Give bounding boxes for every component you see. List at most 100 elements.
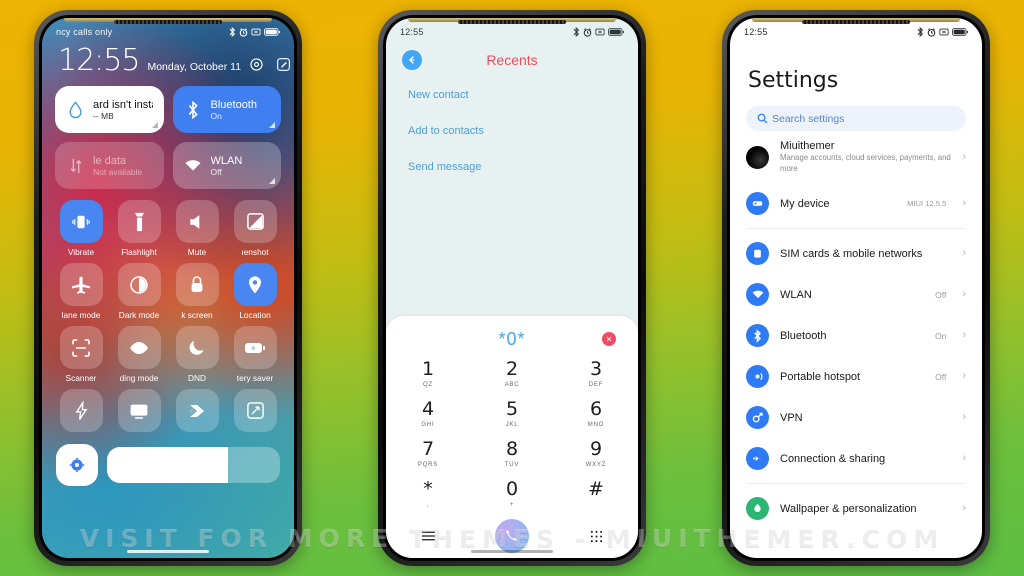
back-arrow-icon[interactable] xyxy=(402,50,422,70)
dialpad-key-hash[interactable]: # xyxy=(554,474,638,514)
menu-item-add-to-contacts[interactable]: Add to contacts xyxy=(408,125,616,137)
alarm-icon xyxy=(583,27,592,37)
dialpad-key-0[interactable]: 0 + xyxy=(470,474,554,514)
search-settings-field[interactable]: Search settings xyxy=(746,106,966,131)
quick-tile-auto-rotate[interactable] xyxy=(228,389,282,432)
quick-tile-scanner[interactable]: Scanner xyxy=(54,326,108,383)
tile-expand-corner[interactable] xyxy=(269,178,275,184)
home-indicator[interactable] xyxy=(471,550,553,553)
call-button[interactable] xyxy=(495,519,529,553)
delete-icon[interactable]: ✕ xyxy=(602,332,616,346)
quick-tile-vibrate[interactable]: Vibrate xyxy=(54,200,108,257)
list-divider xyxy=(746,483,966,485)
device-icon xyxy=(746,192,769,216)
phone1-bezel: ncy calls only 12:55 Monday, October 11 xyxy=(39,15,297,561)
settings-row-wallpaper[interactable]: Wallpaper & personalization › xyxy=(730,488,982,529)
tile-storage[interactable]: ard isn't install -- MB xyxy=(55,86,164,133)
dialer-spacer xyxy=(386,197,638,316)
status-icons xyxy=(573,27,624,37)
settings-row-my-device[interactable]: My device MIUI 12.5.5 › xyxy=(730,183,982,224)
water-drop-icon xyxy=(66,100,85,119)
quick-tile-screenshot[interactable]: ıenshot xyxy=(228,200,282,257)
tile-bluetooth[interactable]: Bluetooth On xyxy=(172,86,281,133)
tile-expand-corner[interactable] xyxy=(269,122,275,128)
key-letters: TUV xyxy=(504,461,520,468)
keypad-icon[interactable] xyxy=(554,530,638,543)
connection-sharing-icon xyxy=(746,447,769,471)
quick-tile-cast[interactable] xyxy=(112,389,166,432)
phone3-screen: 12:55 Settings Search settings Miuitheme xyxy=(730,18,982,558)
brightness-slider-fill xyxy=(107,447,229,483)
settings-gear-icon[interactable] xyxy=(56,444,98,486)
settings-row-wlan[interactable]: WLAN Off › xyxy=(730,274,982,315)
vibrate-icon xyxy=(595,28,605,36)
quick-tile-dnd[interactable]: DND xyxy=(170,326,224,383)
dialpad-key-8[interactable]: 8 TUV xyxy=(470,434,554,474)
wallpaper-icon xyxy=(746,497,769,521)
chevron-right-icon: › xyxy=(962,411,966,424)
auto-rotate-icon xyxy=(233,389,277,432)
quick-tile-flashlight[interactable]: Flashlight xyxy=(112,200,166,257)
settings-row-vpn[interactable]: VPN › xyxy=(730,397,982,438)
phone3-bezel: 12:55 Settings Search settings Miuitheme xyxy=(727,15,985,561)
settings-row-sim-cards[interactable]: SIM cards & mobile networks › xyxy=(730,233,982,274)
settings-row-connection-sharing[interactable]: Connection & sharing › xyxy=(730,438,982,479)
settings-gear-icon[interactable] xyxy=(249,57,264,72)
settings-row-account[interactable]: Miuithemer Manage accounts, cloud servic… xyxy=(730,131,982,183)
home-indicator[interactable] xyxy=(127,550,209,553)
menu-item-new-contact[interactable]: New contact xyxy=(408,89,616,101)
tile-title: ard isn't install xyxy=(93,98,153,111)
battery-saver-icon xyxy=(233,326,277,369)
quick-tile-dark-mode[interactable]: Dark mode xyxy=(112,263,166,320)
bluetooth-icon xyxy=(917,27,924,37)
key-digit: 6 xyxy=(589,397,603,420)
key-letters: DEF xyxy=(588,381,604,388)
dialpad-key-7[interactable]: 7 PQRS xyxy=(386,434,470,474)
quick-tile-reading-mode[interactable]: ding mode xyxy=(112,326,166,383)
bluetooth-icon xyxy=(573,27,580,37)
quick-tile-battery-saver[interactable]: tery saver xyxy=(228,326,282,383)
dialpad-key-6[interactable]: 6 MNO xyxy=(554,394,638,434)
bluetooth-icon xyxy=(746,324,769,348)
status-icons xyxy=(229,27,280,37)
settings-row-portable-hotspot[interactable]: Portable hotspot Off › xyxy=(730,356,982,397)
tile-wlan[interactable]: WLAN Off xyxy=(172,142,281,189)
dialpad-key-3[interactable]: 3 DEF xyxy=(554,354,638,394)
menu-item-send-message[interactable]: Send message xyxy=(408,161,616,173)
dialpad-key-2[interactable]: 2 ABC xyxy=(470,354,554,394)
bluetooth-icon xyxy=(184,100,203,119)
color-mode-icon xyxy=(175,389,219,432)
earpiece-grille-icon xyxy=(114,20,222,24)
quick-tile-lock-screen[interactable]: k screen xyxy=(170,263,224,320)
lockscreen-clock-row: 12:55 Monday, October 11 xyxy=(42,40,294,76)
key-letters: , xyxy=(426,501,430,508)
dialed-number[interactable]: *0* xyxy=(498,329,525,350)
key-digit: 7 xyxy=(421,437,435,460)
edit-icon[interactable] xyxy=(276,57,291,72)
quick-tile-lightning[interactable] xyxy=(54,389,108,432)
earpiece-grille-icon xyxy=(802,20,910,24)
quick-tile-airplane-mode[interactable]: lane mode xyxy=(54,263,108,320)
dialpad-key-star[interactable]: * , xyxy=(386,474,470,514)
tile-expand-corner[interactable] xyxy=(151,122,158,128)
vibrate-icon xyxy=(939,28,949,36)
quick-tile-location[interactable]: Location xyxy=(228,263,282,320)
phone1-screen: ncy calls only 12:55 Monday, October 11 xyxy=(42,18,294,558)
status-time: 12:55 xyxy=(744,27,768,37)
dialpad-key-4[interactable]: 4 GHI xyxy=(386,394,470,434)
key-letters: ABC xyxy=(504,381,520,388)
tile-mobile-data[interactable]: le data Not available xyxy=(55,142,164,189)
key-digit: 0 xyxy=(505,477,519,500)
settings-row-bluetooth[interactable]: Bluetooth On › xyxy=(730,315,982,356)
row-value: MIUI 12.5.5 xyxy=(907,199,947,209)
dialpad-key-9[interactable]: 9 WXYZ xyxy=(554,434,638,474)
row-label: Wallpaper & personalization xyxy=(780,502,917,515)
brightness-slider[interactable] xyxy=(107,447,280,483)
menu-icon[interactable] xyxy=(386,530,470,542)
quick-tile-color-mode[interactable] xyxy=(170,389,224,432)
tile-label: Dark mode xyxy=(118,310,160,320)
call-button-icon[interactable] xyxy=(470,519,554,553)
dialpad-key-1[interactable]: 1 QZ xyxy=(386,354,470,394)
quick-tile-mute[interactable]: Mute xyxy=(170,200,224,257)
dialpad-key-5[interactable]: 5 JKL xyxy=(470,394,554,434)
